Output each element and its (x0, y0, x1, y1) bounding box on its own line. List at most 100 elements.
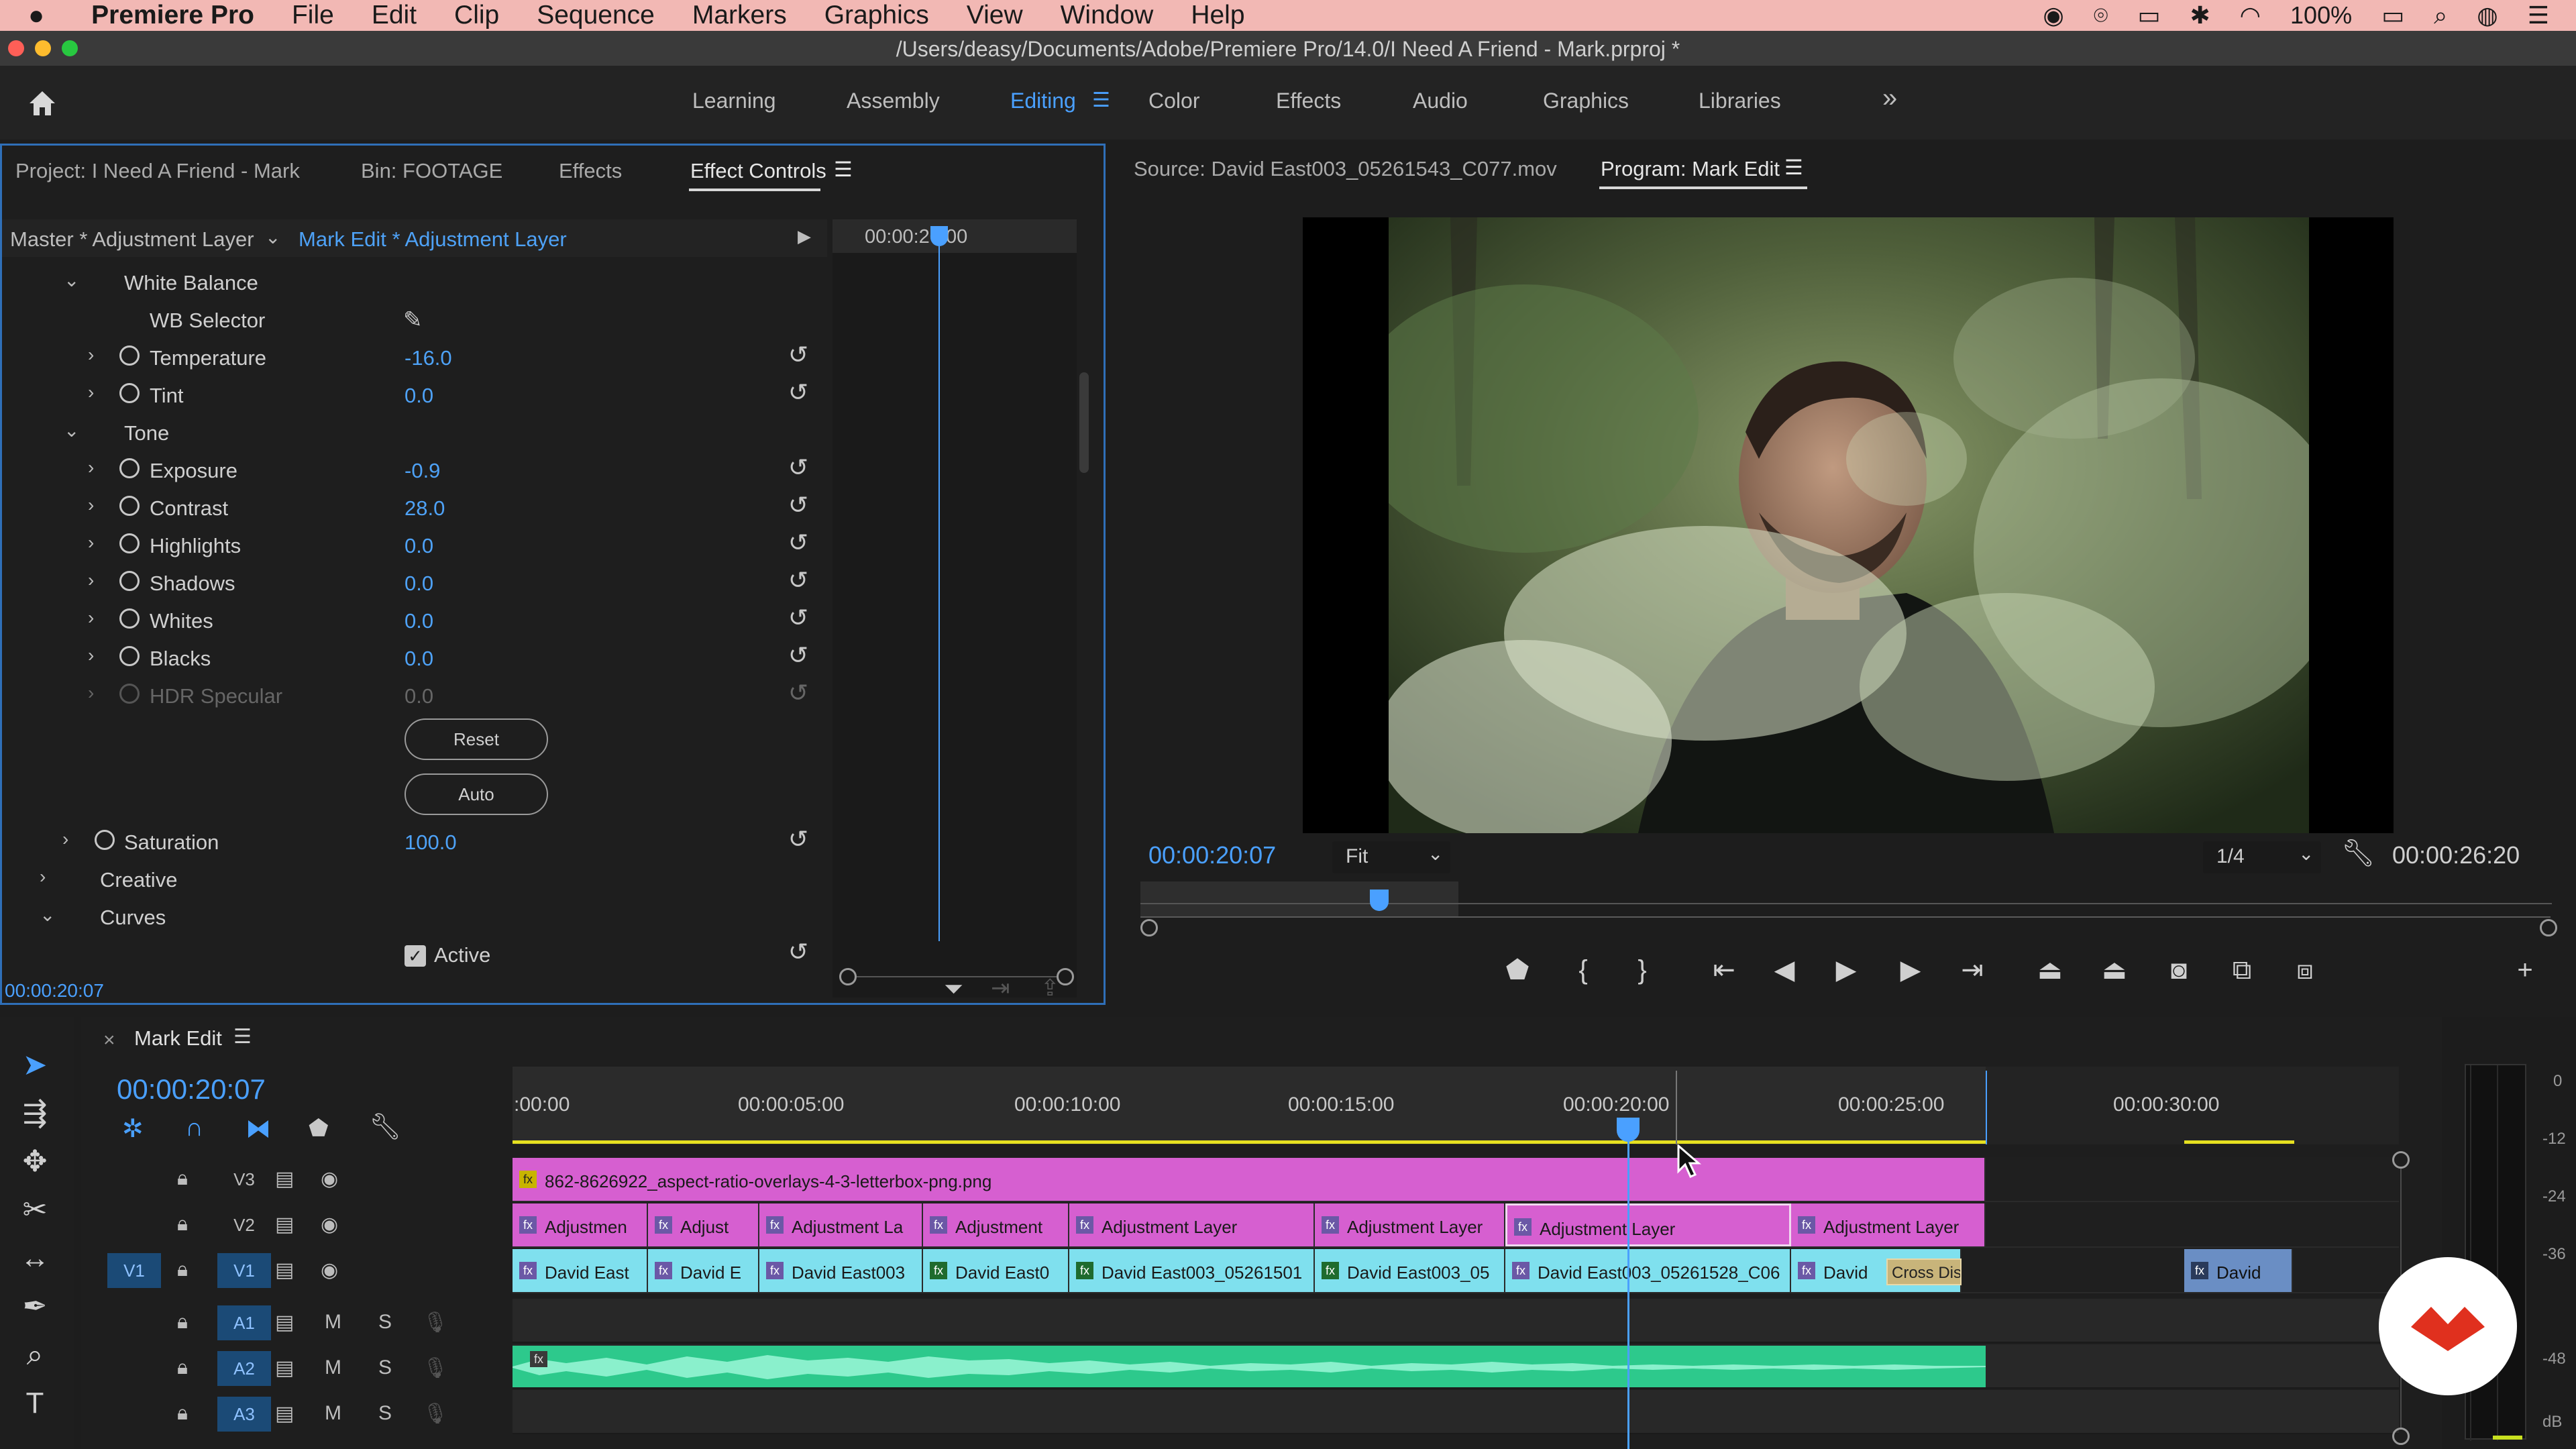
eye-icon[interactable]: ◉ (321, 1167, 338, 1191)
close-sequence-icon[interactable]: × (103, 1029, 115, 1052)
creative-section[interactable]: › Creative (2, 861, 827, 898)
menu-app-name[interactable]: Premiere Pro (91, 1, 254, 30)
chevron-right-icon[interactable]: › (88, 457, 94, 478)
program-playhead-handle[interactable] (1370, 890, 1389, 911)
program-zoom-start-handle[interactable] (1140, 919, 1158, 936)
chevron-right-icon[interactable]: › (88, 607, 94, 629)
mute-button[interactable]: M (325, 1311, 341, 1334)
microphone-icon[interactable]: 🎙︎ (423, 1402, 448, 1426)
clip-v1[interactable]: fx David East0 (923, 1249, 1069, 1292)
reset-param-icon[interactable]: ↺ (788, 493, 812, 517)
wifi-icon[interactable]: ◠ (2240, 1, 2261, 30)
airdrop-icon[interactable]: ⌾ (2094, 1, 2108, 30)
auto-button[interactable]: Auto (405, 773, 548, 815)
menu-graphics[interactable]: Graphics (824, 1, 929, 30)
clip-v1[interactable]: fx David E (648, 1249, 759, 1292)
razor-tool-icon[interactable]: ✂ (13, 1189, 56, 1232)
menu-help[interactable]: Help (1191, 1, 1244, 30)
menu-view[interactable]: View (967, 1, 1023, 30)
track-lane-a1[interactable] (513, 1299, 2399, 1343)
clip-v2[interactable]: fx Adjustment La (759, 1203, 923, 1246)
add-marker-icon[interactable]: ⬟ (309, 1115, 329, 1142)
chevron-right-icon[interactable]: › (40, 866, 46, 888)
tab-effects[interactable]: Effects (559, 159, 622, 183)
work-area-bar[interactable] (513, 1140, 1986, 1144)
mini-playhead-handle[interactable] (930, 226, 948, 246)
eye-icon[interactable]: ◉ (321, 1258, 338, 1282)
clip-a2-audio[interactable]: fx (513, 1346, 1986, 1387)
reset-param-icon[interactable]: ↺ (788, 606, 812, 630)
microphone-icon[interactable]: 🎙︎ (423, 1311, 448, 1334)
cross-dissolve-transition[interactable]: Cross Dis (1886, 1258, 1962, 1285)
bluetooth-icon[interactable]: ✱ (2190, 1, 2210, 30)
sequence-clip-label[interactable]: Mark Edit * Adjustment Layer (299, 227, 567, 252)
workspace-tab-libraries[interactable]: Libraries (1699, 89, 1781, 113)
reset-param-icon[interactable]: ↺ (788, 940, 812, 964)
track-name-v2[interactable]: V2 (217, 1208, 271, 1242)
reset-param-icon[interactable]: ↺ (788, 531, 812, 555)
param-value[interactable]: 0.0 (405, 609, 433, 633)
stopwatch-icon[interactable] (119, 608, 140, 629)
battery-icon[interactable]: ▭ (2381, 1, 2404, 30)
chevron-right-icon[interactable]: › (88, 382, 94, 403)
clip-v2[interactable]: fx Adjust (648, 1203, 759, 1246)
reset-param-icon[interactable]: ↺ (788, 380, 812, 405)
stopwatch-icon[interactable] (119, 496, 140, 516)
solo-button[interactable]: S (378, 1311, 392, 1334)
clip-v1[interactable]: fx David East003_05261501 (1069, 1249, 1315, 1292)
workspace-tab-graphics[interactable]: Graphics (1543, 89, 1629, 113)
pen-tool-icon[interactable]: ✒ (13, 1285, 56, 1328)
timeline-ruler[interactable] (513, 1067, 1986, 1144)
clip-v3-overlay[interactable]: fx 862-8626922_aspect-ratio-overlays-4-3-… (513, 1158, 1986, 1201)
chevron-right-icon[interactable]: › (88, 344, 94, 366)
mark-out-button[interactable]: } (1623, 951, 1661, 989)
white-balance-section[interactable]: ⌄ White Balance (2, 264, 827, 301)
clip-v2[interactable]: fx Adjustment (923, 1203, 1069, 1246)
reset-param-icon[interactable]: ↺ (788, 568, 812, 592)
clip-v2[interactable]: fx Adjustment Layer (1069, 1203, 1315, 1246)
apple-icon[interactable]: ● (28, 1, 44, 31)
param-value[interactable]: 0.0 (405, 572, 433, 596)
snap-magnet-icon[interactable]: ∩ (185, 1114, 203, 1142)
filter-icon[interactable]: ⏷ (944, 975, 963, 1004)
source-patch-v1[interactable]: V1 (107, 1253, 161, 1288)
menu-file[interactable]: File (292, 1, 334, 30)
lift-button[interactable]: ⏏ (2031, 951, 2069, 989)
reset-param-icon[interactable]: ↺ (788, 827, 812, 851)
record-icon[interactable]: ◉ (2043, 1, 2063, 30)
saturation-value[interactable]: 100.0 (405, 830, 457, 855)
clip-v2-selected[interactable]: fx Adjustment Layer (1505, 1203, 1791, 1246)
param-value[interactable]: 28.0 (405, 496, 445, 521)
stopwatch-icon[interactable] (119, 533, 140, 553)
resolution-dropdown[interactable]: 1/4 ⌄ (2203, 841, 2321, 873)
chevron-right-icon[interactable]: › (88, 494, 94, 516)
chevron-right-icon[interactable]: › (62, 828, 68, 850)
timeline-timecode[interactable]: 00:00:20:07 (117, 1073, 266, 1106)
export-frame-camera-icon[interactable]: ◙ (2160, 951, 2198, 989)
lock-icon[interactable]: 🔒︎ (177, 1402, 188, 1425)
tab-source[interactable]: Source: David East003_05261543_C077.mov (1134, 157, 1557, 181)
tab-project[interactable]: Project: I Need A Friend - Mark (15, 159, 300, 183)
step-back-button[interactable]: ◀ (1766, 951, 1803, 989)
lock-icon[interactable]: 🔒︎ (177, 1311, 188, 1334)
spotlight-icon[interactable]: ⌕ (2434, 1, 2447, 30)
home-icon[interactable] (27, 87, 58, 118)
timeline-playhead-handle[interactable] (1617, 1118, 1640, 1142)
chevron-down-icon[interactable]: ⌄ (64, 419, 79, 441)
lock-icon[interactable]: 🔒︎ (177, 1258, 188, 1281)
param-value[interactable]: 0.0 (405, 647, 433, 671)
settings-wrench-icon[interactable]: 🔧︎ (2341, 837, 2375, 869)
play-button[interactable]: ▶ (1827, 951, 1865, 989)
track-select-tool-icon[interactable]: ⇶ (13, 1092, 56, 1135)
go-to-in-button[interactable]: ⇤ (1705, 951, 1743, 989)
program-zoom-end-handle[interactable] (2540, 919, 2557, 936)
play-only-audio-icon[interactable]: ▶ (798, 226, 811, 247)
reset-param-icon[interactable]: ↺ (788, 455, 812, 480)
ripple-edit-tool-icon[interactable]: ✥ (13, 1140, 56, 1183)
zoom-tool-icon[interactable]: ⌕ (13, 1334, 56, 1377)
nest-toggle-icon[interactable]: ✲ (122, 1114, 144, 1144)
program-timecode[interactable]: 00:00:20:07 (1148, 841, 1276, 869)
lock-icon[interactable]: 🔒︎ (177, 1356, 188, 1379)
siri-icon[interactable]: ◍ (2477, 1, 2498, 30)
clip-v1[interactable]: fx David East003_05 (1315, 1249, 1505, 1292)
